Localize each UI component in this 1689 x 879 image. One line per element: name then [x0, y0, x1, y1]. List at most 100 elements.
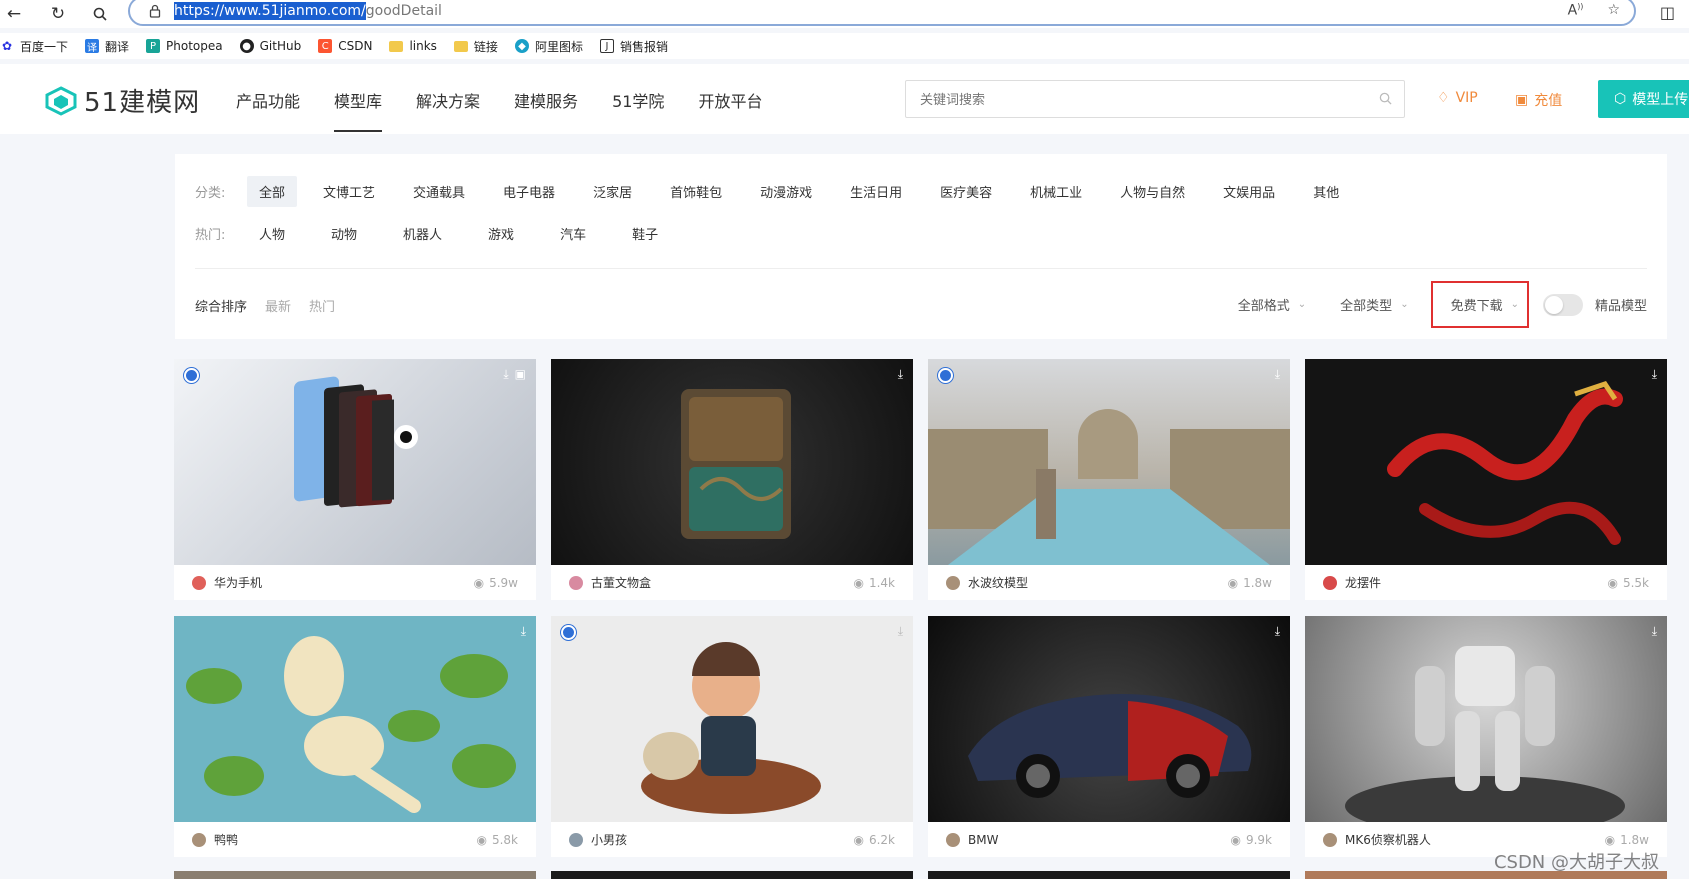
- category-item[interactable]: 文博工艺: [311, 176, 387, 207]
- category-item[interactable]: 医疗美容: [928, 176, 1004, 207]
- upload-model-button[interactable]: ⬡ 模型上传: [1598, 80, 1689, 118]
- hot-item[interactable]: 鞋子: [620, 218, 670, 249]
- view-count-value: 1.8w: [1620, 832, 1649, 847]
- download-icon[interactable]: ⤓: [503, 367, 508, 382]
- bookmark-sales[interactable]: J 销售报销: [599, 38, 668, 55]
- model-thumbnail[interactable]: ⤓: [551, 359, 913, 565]
- author-avatar[interactable]: [192, 575, 206, 590]
- download-icon[interactable]: ⤓: [1275, 624, 1280, 639]
- search-input[interactable]: [920, 91, 1360, 107]
- author-avatar[interactable]: [569, 575, 583, 590]
- category-row: 分类: 全部 文博工艺 交通载具 电子电器 泛家居 首饰鞋包 动漫游戏 生活日用…: [195, 176, 1365, 207]
- download-icon[interactable]: ⤓: [898, 367, 903, 382]
- model-thumbnail[interactable]: ⤓: [928, 359, 1290, 565]
- eye-icon: ◉: [1227, 575, 1239, 590]
- model-title[interactable]: BMW: [968, 833, 998, 847]
- download-dropdown[interactable]: 免费下载 ⌄: [1430, 281, 1529, 328]
- model-thumbnail[interactable]: ⤓: [928, 616, 1290, 822]
- model-card[interactable]: ⤓ 水波纹模型 ◉ 1.8w: [928, 359, 1290, 600]
- download-icon[interactable]: ⤓: [1275, 367, 1280, 382]
- category-item[interactable]: 泛家居: [581, 176, 644, 207]
- lock-icon[interactable]: [148, 4, 162, 18]
- film-icon[interactable]: ▣: [515, 367, 526, 382]
- bookmark-translate[interactable]: 译翻译: [85, 38, 129, 55]
- nav-item-open-platform[interactable]: 开放平台: [698, 88, 762, 112]
- model-card[interactable]: ⤓ 小男孩 ◉ 6.2k: [551, 616, 913, 857]
- download-icon[interactable]: ⤓: [521, 624, 526, 639]
- hot-item[interactable]: 人物: [247, 218, 297, 249]
- sort-hot[interactable]: 热门: [309, 296, 335, 315]
- category-item[interactable]: 电子电器: [491, 176, 567, 207]
- read-aloud-icon[interactable]: A)): [1568, 2, 1584, 19]
- type-dropdown[interactable]: 全部类型 ⌄: [1340, 295, 1408, 314]
- reload-icon[interactable]: ↻: [48, 4, 68, 24]
- category-item[interactable]: 人物与自然: [1108, 176, 1197, 207]
- author-avatar[interactable]: [946, 575, 960, 590]
- nav-item-modeling-service[interactable]: 建模服务: [514, 88, 578, 112]
- sort-newest[interactable]: 最新: [265, 296, 291, 315]
- bookmark-links[interactable]: links: [389, 39, 437, 53]
- author-avatar[interactable]: [569, 832, 583, 847]
- model-title[interactable]: 鸭鸭: [214, 831, 238, 848]
- author-avatar[interactable]: [1323, 832, 1337, 847]
- model-title[interactable]: 水波纹模型: [968, 574, 1028, 591]
- hot-item[interactable]: 游戏: [476, 218, 526, 249]
- bookmark-lianjie[interactable]: 链接: [453, 38, 498, 55]
- model-title[interactable]: 小男孩: [591, 831, 627, 848]
- model-card[interactable]: ⤓ 鸭鸭 ◉ 5.8k: [174, 616, 536, 857]
- author-avatar[interactable]: [1323, 575, 1337, 590]
- favorite-star-icon[interactable]: ☆: [1607, 2, 1620, 19]
- format-dropdown[interactable]: 全部格式 ⌄: [1238, 295, 1306, 314]
- model-title[interactable]: MK6侦察机器人: [1345, 831, 1431, 848]
- category-item[interactable]: 生活日用: [838, 176, 914, 207]
- vip-link[interactable]: ♢ VIP: [1437, 90, 1478, 106]
- model-thumbnail[interactable]: ⤓: [551, 616, 913, 822]
- site-logo[interactable]: 51建模网: [44, 82, 200, 119]
- nav-item-solutions[interactable]: 解决方案: [416, 88, 480, 112]
- category-item[interactable]: 文娱用品: [1211, 176, 1287, 207]
- model-card[interactable]: ⤓ BMW ◉ 9.9k: [928, 616, 1290, 857]
- model-card[interactable]: ⤓ MK6侦察机器人 ◉ 1.8w: [1305, 616, 1667, 857]
- hot-item[interactable]: 汽车: [548, 218, 598, 249]
- model-thumbnail[interactable]: ⤓ ▣: [174, 359, 536, 565]
- category-item[interactable]: 交通载具: [401, 176, 477, 207]
- nav-item-academy[interactable]: 51学院: [612, 88, 664, 112]
- nav-item-model-library[interactable]: 模型库: [334, 88, 383, 132]
- category-all[interactable]: 全部: [247, 176, 298, 207]
- bookmark-iconfont[interactable]: ◆ 阿里图标: [514, 38, 583, 55]
- premium-toggle[interactable]: [1542, 293, 1583, 316]
- model-title[interactable]: 华为手机: [214, 574, 262, 591]
- address-bar[interactable]: https://www.51jianmo.com/goodDetail A)) …: [128, 0, 1636, 26]
- bookmark-csdn[interactable]: C CSDN: [318, 39, 372, 53]
- back-arrow-icon[interactable]: ←: [4, 4, 24, 24]
- model-card[interactable]: ⤓ 龙摆件 ◉ 5.5k: [1305, 359, 1667, 600]
- hot-item[interactable]: 机器人: [391, 218, 454, 249]
- model-thumbnail[interactable]: ⤓: [1305, 616, 1667, 822]
- category-item[interactable]: 其他: [1301, 176, 1351, 207]
- bookmark-github[interactable]: ● GitHub: [239, 39, 301, 53]
- author-avatar[interactable]: [192, 832, 206, 847]
- split-screen-icon[interactable]: ◫: [1660, 3, 1675, 22]
- category-item[interactable]: 动漫游戏: [748, 176, 824, 207]
- category-item[interactable]: 首饰鞋包: [658, 176, 734, 207]
- recharge-link[interactable]: ▣ 充值: [1515, 90, 1562, 110]
- download-icon[interactable]: ⤓: [1652, 624, 1657, 639]
- bookmark-photopea[interactable]: P Photopea: [146, 39, 223, 53]
- model-card[interactable]: ⤓ 古董文物盒 ◉ 1.4k: [551, 359, 913, 600]
- sort-default[interactable]: 综合排序: [195, 296, 247, 315]
- category-item[interactable]: 机械工业: [1018, 176, 1094, 207]
- model-title[interactable]: 龙摆件: [1345, 574, 1381, 591]
- search-icon[interactable]: [90, 4, 110, 24]
- nav-item-product[interactable]: 产品功能: [236, 88, 300, 112]
- model-thumbnail[interactable]: ⤓: [174, 616, 536, 822]
- download-icon[interactable]: ⤓: [898, 624, 903, 639]
- model-thumbnail[interactable]: ⤓: [1305, 359, 1667, 565]
- bookmark-baidu[interactable]: ✿ 百度一下: [0, 38, 68, 55]
- author-avatar[interactable]: [946, 832, 960, 847]
- download-icon[interactable]: ⤓: [1652, 367, 1657, 382]
- model-card[interactable]: ⤓ ▣ 华为手机 ◉ 5.9w: [174, 359, 536, 600]
- hot-item[interactable]: 动物: [319, 218, 369, 249]
- model-title[interactable]: 古董文物盒: [591, 574, 651, 591]
- search-icon[interactable]: [1379, 92, 1392, 109]
- url-text[interactable]: https://www.51jianmo.com/goodDetail: [174, 2, 442, 20]
